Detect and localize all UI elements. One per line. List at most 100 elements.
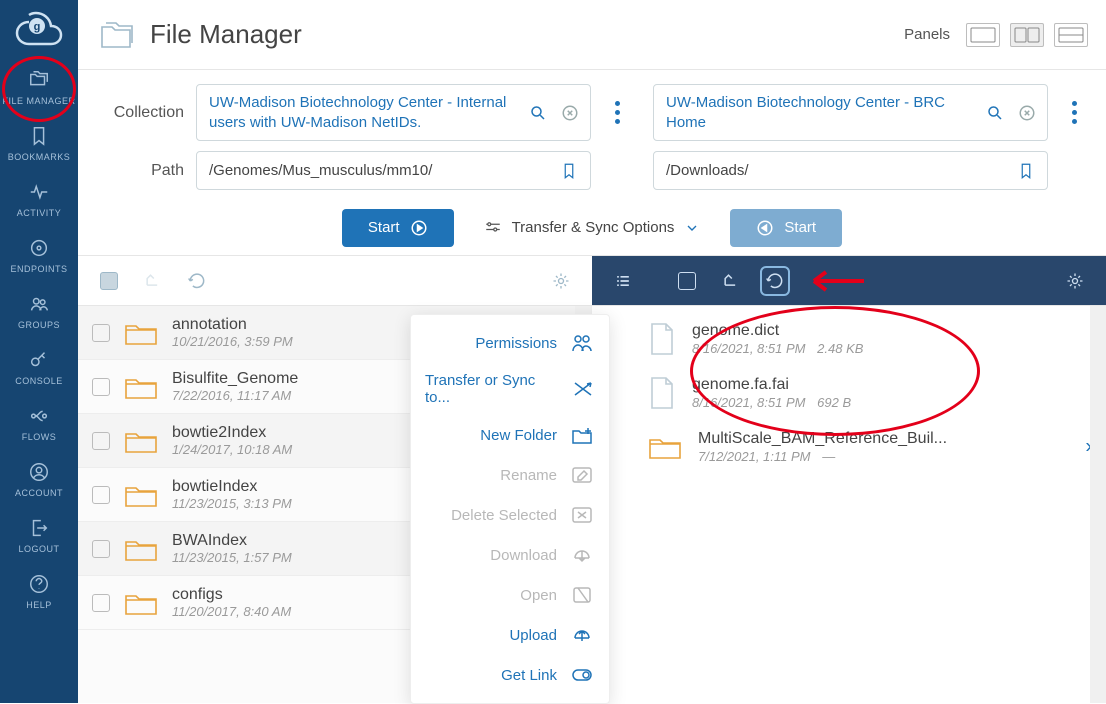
bookmark-icon[interactable] xyxy=(560,160,582,182)
page-title: File Manager xyxy=(150,19,904,50)
collection-menu-right[interactable] xyxy=(1060,91,1088,135)
file-date: 8/16/2021, 8:51 PM xyxy=(692,341,805,356)
menu-icon xyxy=(569,504,595,526)
folder-icon xyxy=(124,535,158,563)
up-folder-icon[interactable] xyxy=(138,266,168,296)
menu-icon xyxy=(569,664,595,686)
nav-groups[interactable]: GROUPS xyxy=(0,282,78,338)
menu-icon xyxy=(569,464,595,486)
menu-new-folder[interactable]: New Folder xyxy=(421,415,599,455)
list-view-icon[interactable] xyxy=(608,266,638,296)
panel-split-button[interactable] xyxy=(1010,23,1044,47)
file-size: — xyxy=(822,449,835,464)
svg-text:g: g xyxy=(34,21,41,33)
user-icon xyxy=(27,460,51,484)
flows-icon xyxy=(27,404,51,428)
toolbar-right xyxy=(592,256,1106,305)
pane-right: genome.dict 8/16/2021, 8:51 PM 2.48 KB g… xyxy=(592,306,1106,703)
file-row[interactable]: genome.dict 8/16/2021, 8:51 PM 2.48 KB xyxy=(592,312,1106,366)
panel-single-button[interactable] xyxy=(966,23,1000,47)
select-all-checkbox[interactable] xyxy=(672,266,702,296)
gear-icon[interactable] xyxy=(546,266,576,296)
search-icon[interactable] xyxy=(983,101,1007,125)
start-right-button[interactable]: Start xyxy=(730,209,842,247)
bookmark-icon xyxy=(27,124,51,148)
menu-rename: Rename xyxy=(421,455,599,495)
row-checkbox[interactable] xyxy=(92,324,110,342)
file-size: 692 B xyxy=(817,395,851,410)
menu-icon xyxy=(570,378,595,400)
select-all-checkbox[interactable] xyxy=(94,266,124,296)
panels-switcher: Panels xyxy=(904,23,1088,47)
clear-icon[interactable] xyxy=(1015,101,1039,125)
nav-console[interactable]: CONSOLE xyxy=(0,338,78,394)
panel-wide-button[interactable] xyxy=(1054,23,1088,47)
menu-icon xyxy=(569,332,595,354)
row-checkbox[interactable] xyxy=(92,432,110,450)
nav-endpoints[interactable]: ENDPOINTS xyxy=(0,226,78,282)
menu-delete-selected: Delete Selected xyxy=(421,495,599,535)
collection-input-right[interactable]: UW-Madison Biotechnology Center - BRC Ho… xyxy=(653,84,1048,141)
help-icon xyxy=(27,572,51,596)
nav-bookmarks[interactable]: BOOKMARKS xyxy=(0,114,78,170)
collection-input-left[interactable]: UW-Madison Biotechnology Center - Intern… xyxy=(196,84,591,141)
menu-icon xyxy=(569,424,595,446)
up-folder-icon[interactable] xyxy=(716,266,746,296)
path-input-right[interactable]: /Downloads/ xyxy=(653,151,1048,190)
row-checkbox[interactable] xyxy=(92,486,110,504)
search-icon[interactable] xyxy=(526,101,550,125)
group-icon xyxy=(27,292,51,316)
panels-label: Panels xyxy=(904,26,950,43)
path-input-left[interactable]: /Genomes/Mus_musculus/mm10/ xyxy=(196,151,591,190)
bookmark-icon[interactable] xyxy=(1017,160,1039,182)
actions-menu: PermissionsTransfer or Sync to...New Fol… xyxy=(410,314,610,704)
key-icon xyxy=(27,348,51,372)
menu-transfer-or-sync-to-[interactable]: Transfer or Sync to... xyxy=(421,363,599,415)
row-checkbox[interactable] xyxy=(92,540,110,558)
menu-icon xyxy=(569,544,595,566)
folder-icon xyxy=(124,427,158,455)
file-name: MultiScale_BAM_Reference_Buil... xyxy=(698,430,1088,448)
nav-account[interactable]: ACCOUNT xyxy=(0,450,78,506)
menu-upload[interactable]: Upload xyxy=(421,615,599,655)
pulse-icon xyxy=(27,180,51,204)
row-checkbox[interactable] xyxy=(92,378,110,396)
collection-menu-left[interactable] xyxy=(603,91,631,135)
file-row[interactable]: genome.fa.fai 8/16/2021, 8:51 PM 692 B xyxy=(592,366,1106,420)
file-size: 2.48 KB xyxy=(817,341,863,356)
file-date: 8/16/2021, 8:51 PM xyxy=(692,395,805,410)
menu-get-link[interactable]: Get Link xyxy=(421,655,599,695)
gear-icon[interactable] xyxy=(1060,266,1090,296)
menu-permissions[interactable]: Permissions xyxy=(421,323,599,363)
folder-icon xyxy=(124,589,158,617)
annotation arrow-refresh xyxy=(804,264,868,298)
file-name: genome.fa.fai xyxy=(692,376,1088,394)
clear-icon[interactable] xyxy=(558,101,582,125)
nav-flows[interactable]: FLOWS xyxy=(0,394,78,450)
app-logo: g xyxy=(8,4,70,56)
refresh-icon[interactable] xyxy=(182,266,212,296)
page-header: File Manager Panels xyxy=(78,0,1106,70)
transfer-sync-options[interactable]: Transfer & Sync Options xyxy=(484,219,701,237)
folder-pair-icon xyxy=(27,68,51,92)
menu-open: Open xyxy=(421,575,599,615)
nav-activity[interactable]: ACTIVITY xyxy=(0,170,78,226)
file-toolbars xyxy=(78,256,1106,306)
file-icon xyxy=(648,376,676,410)
nav-help[interactable]: HELP xyxy=(0,562,78,618)
file-icon xyxy=(648,322,676,356)
file-row[interactable]: MultiScale_BAM_Reference_Buil... 7/12/20… xyxy=(592,420,1106,474)
nav-file-manager[interactable]: FILE MANAGER xyxy=(0,58,78,114)
row-checkbox[interactable] xyxy=(92,594,110,612)
folder-icon xyxy=(124,481,158,509)
nav-logout[interactable]: LOGOUT xyxy=(0,506,78,562)
menu-icon xyxy=(569,584,595,606)
collection-label: Collection xyxy=(96,104,196,122)
scrollbar[interactable] xyxy=(1090,306,1106,703)
transfer-action-bar: Start Transfer & Sync Options Start xyxy=(78,200,1106,256)
left-nav-sidebar: g FILE MANAGER BOOKMARKS ACTIVITY ENDPOI… xyxy=(0,0,78,703)
start-left-button[interactable]: Start xyxy=(342,209,454,247)
file-name: genome.dict xyxy=(692,322,1088,340)
file-date: 7/12/2021, 1:11 PM xyxy=(698,449,811,464)
refresh-icon[interactable] xyxy=(760,266,790,296)
